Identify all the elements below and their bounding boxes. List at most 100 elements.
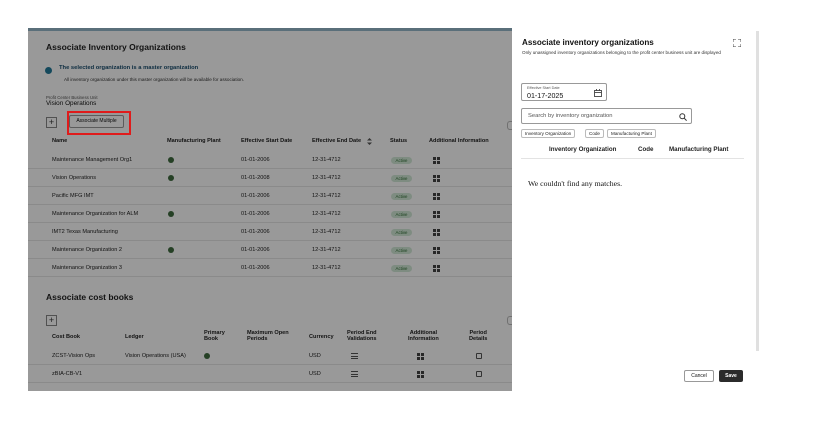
- grid-icon[interactable]: [433, 247, 440, 254]
- check-icon: [204, 353, 210, 359]
- table-row[interactable]: Maintenance Organization 2 01-01-2006 12…: [28, 241, 512, 259]
- date-label: Effective Start Date: [527, 86, 560, 90]
- row-name[interactable]: Maintenance Management Org1: [52, 157, 132, 163]
- status-badge: Active: [391, 265, 412, 272]
- col-additional-info[interactable]: Additional Information: [429, 138, 489, 144]
- grid-icon[interactable]: [433, 229, 440, 236]
- row-end-date: 12-31-4712: [312, 175, 341, 181]
- row-start-date: 01-01-2006: [241, 157, 270, 163]
- date-value[interactable]: 01-17-2025: [527, 92, 563, 100]
- cost-section-title: Associate cost books: [46, 292, 134, 302]
- profit-center-value: Vision Operations: [46, 100, 97, 107]
- grid-icon[interactable]: [433, 175, 440, 182]
- col-cost-book[interactable]: Cost Book: [52, 334, 80, 340]
- grid-icon[interactable]: [433, 193, 440, 200]
- row-currency: USD: [309, 371, 321, 377]
- table-row[interactable]: Maintenance Organization for ALM 01-01-2…: [28, 205, 512, 223]
- col-currency[interactable]: Currency: [309, 334, 334, 340]
- calendar-icon[interactable]: [476, 353, 482, 359]
- check-icon: [168, 157, 174, 163]
- status-badge: Active: [391, 229, 412, 236]
- row-name[interactable]: Pacific MFG IMT: [52, 193, 94, 199]
- grid-icon[interactable]: [433, 211, 440, 218]
- row-end-date: 12-31-4712: [312, 211, 341, 217]
- search-input[interactable]: Search by inventory organization: [521, 108, 692, 124]
- status-badge: Active: [391, 157, 412, 164]
- info-icon: [45, 67, 52, 74]
- grid-icon[interactable]: [433, 157, 440, 164]
- search-placeholder: Search by inventory organization: [528, 113, 613, 119]
- drawer-title: Associate inventory organizations: [522, 38, 654, 47]
- col-period-end-validations[interactable]: Period End Validations: [347, 330, 377, 343]
- col-period-details[interactable]: Period Details: [469, 330, 487, 343]
- calendar-icon[interactable]: [594, 89, 602, 97]
- row-name[interactable]: Maintenance Organization 2: [52, 247, 122, 253]
- col-manufacturing-plant[interactable]: Manufacturing Plant: [167, 138, 221, 144]
- add-inventory-org-button[interactable]: +: [46, 117, 57, 128]
- inventory-section-title: Associate Inventory Organizations: [46, 42, 186, 52]
- info-text: All inventory organization under this ma…: [64, 77, 245, 82]
- list-icon[interactable]: [351, 353, 358, 359]
- col-name[interactable]: Name: [52, 138, 67, 144]
- row-start-date: 01-01-2006: [241, 265, 270, 271]
- row-ledger: Vision Operations (USA): [125, 353, 186, 359]
- list-icon[interactable]: [351, 371, 358, 377]
- table-row[interactable]: Maintenance Organization 3 01-01-2006 12…: [28, 259, 512, 277]
- chip-inventory-organization[interactable]: Inventory Organization: [521, 129, 576, 138]
- drawer-scrollbar[interactable]: [756, 31, 759, 351]
- status-badge: Active: [391, 193, 412, 200]
- sort-icon[interactable]: [367, 138, 372, 145]
- col-manufacturing-plant[interactable]: Manufacturing Plant: [669, 146, 728, 153]
- row-end-date: 12-31-4712: [312, 193, 341, 199]
- row-start-date: 01-01-2006: [241, 229, 270, 235]
- table-row[interactable]: Vision Operations 01-01-2008 12-31-4712 …: [28, 169, 512, 187]
- chip-code[interactable]: Code: [585, 129, 604, 138]
- add-cost-book-button[interactable]: +: [46, 315, 57, 326]
- row-name[interactable]: Maintenance Organization for ALM: [52, 211, 138, 217]
- col-inventory-organization[interactable]: Inventory Organization: [549, 146, 616, 153]
- empty-state-message: We couldn't find any matches.: [528, 179, 623, 188]
- status-badge: Active: [391, 175, 412, 182]
- col-additional-information[interactable]: Additional Information: [408, 330, 439, 343]
- grid-icon[interactable]: [433, 265, 440, 272]
- col-max-open-periods[interactable]: Maximum Open Periods: [247, 330, 289, 343]
- col-status[interactable]: Status: [390, 138, 407, 144]
- calendar-icon[interactable]: [476, 371, 482, 377]
- expand-icon[interactable]: [733, 39, 741, 47]
- col-effective-start[interactable]: Effective Start Date: [241, 138, 292, 144]
- search-icon[interactable]: [679, 113, 687, 121]
- col-ledger[interactable]: Ledger: [125, 334, 144, 340]
- cancel-button[interactable]: Cancel: [684, 370, 714, 382]
- table-divider: [521, 158, 744, 159]
- row-cost-book[interactable]: ZCST-Vision Ops: [52, 353, 95, 359]
- app-root: Associate Inventory Organizations The se…: [0, 0, 825, 434]
- row-cost-book[interactable]: zBIA-CB-V1: [52, 371, 82, 377]
- chip-manufacturing-plant[interactable]: Manufacturing Plant: [607, 129, 656, 138]
- check-icon: [168, 175, 174, 181]
- table-row[interactable]: ZCST-Vision Ops Vision Operations (USA) …: [28, 347, 512, 365]
- table-row[interactable]: Maintenance Management Org1 01-01-2006 1…: [28, 151, 512, 169]
- row-start-date: 01-01-2006: [241, 247, 270, 253]
- table-row[interactable]: IMT2 Texas Manufacturing 01-01-2006 12-3…: [28, 223, 512, 241]
- row-start-date: 01-01-2006: [241, 211, 270, 217]
- main-pane: Associate Inventory Organizations The se…: [28, 31, 512, 391]
- table-row[interactable]: zBIA-CB-V1 USD: [28, 365, 512, 383]
- master-org-info-box: The selected organization is a master or…: [45, 64, 485, 86]
- status-badge: Active: [391, 211, 412, 218]
- table-row[interactable]: Pacific MFG IMT 01-01-2006 12-31-4712 Ac…: [28, 187, 512, 205]
- col-effective-end[interactable]: Effective End Date: [312, 138, 361, 144]
- col-code[interactable]: Code: [638, 146, 653, 153]
- row-name[interactable]: Maintenance Organization 3: [52, 265, 122, 271]
- row-name[interactable]: IMT2 Texas Manufacturing: [52, 229, 118, 235]
- col-primary-book[interactable]: Primary Book: [204, 330, 225, 343]
- effective-start-date-field[interactable]: Effective Start Date 01-17-2025: [521, 83, 607, 101]
- row-name[interactable]: Vision Operations: [52, 175, 96, 181]
- info-heading: The selected organization is a master or…: [59, 65, 199, 71]
- grid-icon[interactable]: [417, 353, 424, 360]
- associate-multiple-button[interactable]: Associate Multiple: [69, 115, 124, 128]
- grid-icon[interactable]: [417, 371, 424, 378]
- row-start-date: 01-01-2008: [241, 175, 270, 181]
- status-badge: Active: [391, 247, 412, 254]
- row-end-date: 12-31-4712: [312, 157, 341, 163]
- save-button[interactable]: Save: [719, 370, 743, 382]
